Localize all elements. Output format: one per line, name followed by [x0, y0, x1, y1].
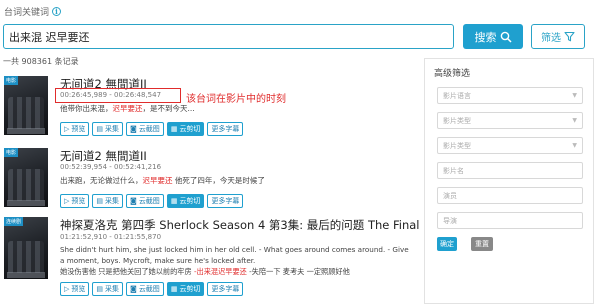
clip-button[interactable]: ▦ 云剪切	[166, 194, 205, 208]
result-actions: ▷ 预览 ▤ 采集 ◙ 云截图 ▦ 云剪切 更多字幕	[60, 122, 244, 136]
film-icon: ▦	[170, 197, 178, 205]
camera-icon: ◙	[130, 285, 137, 293]
genre-select[interactable]: 影片类型 ▼	[437, 137, 583, 154]
play-icon: ▷	[64, 285, 70, 293]
clip-button[interactable]: ▦ 云剪切	[166, 282, 205, 296]
search-input[interactable]	[3, 24, 454, 49]
result-title[interactable]: 神探夏洛克 第四季 Sherlock Season 4 第3集: 最后的问题 T…	[60, 217, 470, 233]
subtitle-line: 出来跑，无论做过什么，迟早要还 他死了四年，今天是时候了	[60, 176, 265, 185]
preview-button[interactable]: ▷ 预览	[60, 122, 90, 136]
poster-thumbnail[interactable]: 电影	[4, 76, 48, 135]
info-icon[interactable]: i	[52, 6, 62, 16]
preview-button[interactable]: ▷ 预览	[60, 194, 90, 208]
screenshot-button[interactable]: ◙ 云截图	[126, 282, 164, 296]
chevron-down-icon: ▼	[572, 142, 577, 149]
search-button[interactable]: 搜索	[463, 24, 523, 49]
film-icon: ▦	[170, 125, 178, 133]
filter-icon	[564, 31, 575, 42]
preview-button[interactable]: ▷ 预览	[60, 282, 90, 296]
camera-icon: ◙	[130, 125, 137, 133]
language-select[interactable]: 影片语言 ▼	[437, 87, 583, 104]
timestamp-highlight-box	[55, 88, 181, 103]
result-subtitle-text: She didn't hurt him, she just locked him…	[60, 244, 409, 277]
chevron-down-icon: ▼	[572, 92, 577, 99]
chevron-down-icon: ▼	[572, 117, 577, 124]
reset-button[interactable]: 重置	[471, 237, 493, 251]
play-icon: ▷	[64, 125, 70, 133]
more-subtitles-button[interactable]: 更多字幕	[207, 194, 244, 208]
screenshot-button[interactable]: ◙ 云截图	[126, 194, 164, 208]
subtitle-line: 他带你出来混，迟早要还，是不到今天...	[60, 104, 195, 113]
document-icon: ▤	[96, 197, 104, 205]
poster-thumbnail[interactable]: 连续剧	[4, 217, 48, 279]
result-actions: ▷ 预览 ▤ 采集 ◙ 云截图 ▦ 云剪切 更多字幕	[60, 194, 244, 208]
media-type-badge: 电影	[4, 148, 19, 157]
result-subtitle-text: 他带你出来混，迟早要还，是不到今天...	[60, 103, 195, 114]
subtitle-line: 她没伤害他 只是把他关回了她以前的牢房 -出来混迟早要还 -失陪一下 麦考夫 一…	[60, 267, 350, 276]
result-actions: ▷ 预览 ▤ 采集 ◙ 云截图 ▦ 云剪切 更多字幕	[60, 282, 244, 296]
search-button-label: 搜索	[474, 30, 497, 44]
type-select[interactable]: 影片类型 ▼	[437, 112, 583, 129]
capture-button[interactable]: ▤ 采集	[92, 122, 124, 136]
clip-button[interactable]: ▦ 云剪切	[166, 122, 205, 136]
confirm-button[interactable]: 确定	[437, 237, 457, 251]
keyword-label: 台词关键词	[4, 7, 50, 18]
camera-icon: ◙	[130, 197, 137, 205]
result-subtitle-text: 出来跑，无论做过什么，迟早要还 他死了四年，今天是时候了	[60, 175, 265, 186]
more-subtitles-button[interactable]: 更多字幕	[207, 282, 244, 296]
media-type-badge: 连续剧	[4, 217, 24, 226]
result-title[interactable]: 无间道2 無間道II	[60, 148, 147, 164]
poster-thumbnail[interactable]: 电影	[4, 148, 48, 207]
media-type-badge: 电影	[4, 76, 19, 85]
screenshot-button[interactable]: ◙ 云截图	[126, 122, 164, 136]
film-icon: ▦	[170, 285, 178, 293]
keyword-label-row: 台词关键词 i	[4, 4, 62, 18]
panel-title: 高级筛选	[434, 69, 471, 79]
result-timestamp: 00:52:39,954 - 00:52:41,216	[60, 163, 162, 171]
result-timestamp: 01:21:52,910 - 01:21:55,870	[60, 233, 162, 241]
more-subtitles-button[interactable]: 更多字幕	[207, 122, 244, 136]
capture-button[interactable]: ▤ 采集	[92, 194, 124, 208]
document-icon: ▤	[96, 125, 104, 133]
director-input[interactable]: 导演	[437, 212, 583, 229]
search-icon	[500, 31, 512, 43]
result-count: 一共 908361 条记录	[3, 57, 79, 66]
filter-button[interactable]: 筛选	[531, 24, 585, 49]
subtitle-line: She didn't hurt him, she just locked him…	[60, 245, 409, 254]
play-icon: ▷	[64, 197, 70, 205]
filter-button-label: 筛选	[541, 33, 561, 44]
annotation-text: 该台词在影片中的时刻	[186, 94, 286, 105]
capture-button[interactable]: ▤ 采集	[92, 282, 124, 296]
document-icon: ▤	[96, 285, 104, 293]
actor-input[interactable]: 演员	[437, 187, 583, 204]
title-input[interactable]: 影片名	[437, 162, 583, 179]
subtitle-line: a moment, boys. Mycroft, make sure he's …	[60, 256, 256, 265]
advanced-filter-panel: 高级筛选 影片语言 ▼ 影片类型 ▼ 影片类型 ▼ 影片名 演员 导演 确定 重置	[424, 58, 594, 304]
